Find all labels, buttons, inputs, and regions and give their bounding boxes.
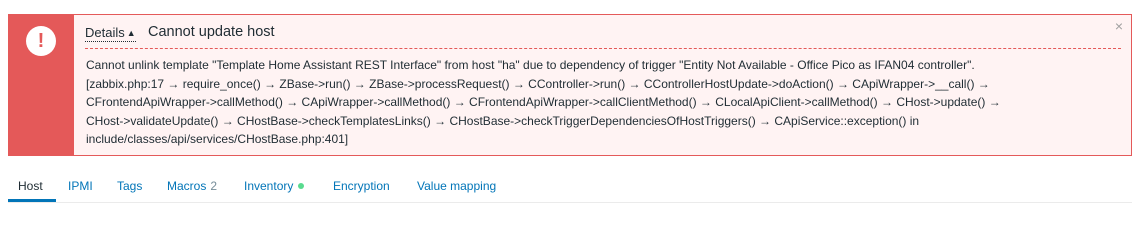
error-detail-line: include/classes/api/services/CHostBase.p… (86, 132, 349, 146)
close-icon[interactable]: × (1112, 19, 1126, 33)
tab-label[interactable]: Value mapping (417, 179, 496, 193)
tab-encryption[interactable]: Encryption (333, 179, 390, 194)
tab-tags[interactable]: Tags (117, 179, 142, 194)
details-toggle-link[interactable]: Details ▲ (85, 25, 136, 42)
inventory-status-dot (298, 183, 305, 189)
error-detail-line: Cannot unlink template "Template Home As… (86, 58, 975, 72)
tab-label[interactable]: Macros (167, 179, 206, 193)
error-icon-area: ! (9, 15, 74, 155)
error-title: Cannot update host (148, 24, 275, 40)
tab-label[interactable]: Inventory (244, 179, 293, 193)
macros-count[interactable]: 2 (210, 179, 217, 193)
message-divider (85, 48, 1121, 49)
error-message-box: ! Details ▲ Cannot update host × Cannot u… (8, 14, 1132, 156)
tab-label[interactable]: Tags (117, 179, 142, 193)
exclamation-icon: ! (26, 26, 56, 56)
tab-inventory[interactable]: Inventory (244, 179, 305, 194)
tab-macros[interactable]: Macros 2 (167, 179, 217, 194)
error-details: Cannot unlink template "Template Home As… (86, 56, 1126, 149)
tab-label[interactable]: IPMI (68, 179, 93, 193)
error-detail-line: [zabbix.php:17 → require_once() → ZBase-… (86, 76, 990, 91)
arrow-up-icon[interactable]: ▲ (127, 28, 136, 38)
error-detail-line: CFrontendApiWrapper->callMethod() → CApi… (86, 95, 1001, 109)
tab-label[interactable]: Host (18, 179, 43, 193)
tab-value-mapping[interactable]: Value mapping (417, 179, 496, 194)
tab-label[interactable]: Encryption (333, 179, 390, 193)
tab-host[interactable]: Host (18, 179, 43, 194)
error-detail-line: CHost->validateUpdate() → CHostBase->che… (86, 113, 920, 128)
tab-ipmi[interactable]: IPMI (68, 179, 93, 194)
active-tab-indicator (8, 199, 56, 202)
host-tabs: Host IPMI Tags Macros 2 Inventory Encrypt… (8, 170, 1132, 203)
details-toggle-label[interactable]: Details (85, 25, 125, 40)
